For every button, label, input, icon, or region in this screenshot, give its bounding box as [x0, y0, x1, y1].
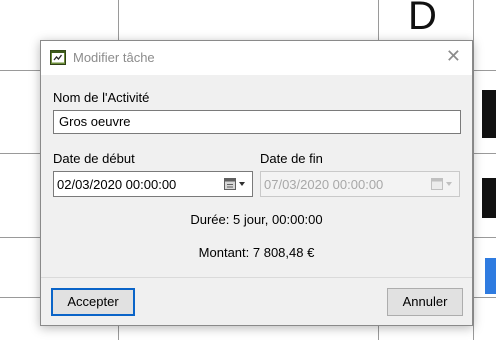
gantt-bar	[482, 178, 496, 218]
start-date-label: Date de début	[53, 151, 135, 166]
end-date-label: Date de fin	[260, 151, 323, 166]
column-header-letter: D	[408, 0, 437, 38]
calendar-dropdown-icon[interactable]	[223, 177, 249, 191]
dialog-title: Modifier tâche	[73, 50, 155, 65]
duration-text: Durée: 5 jour, 00:00:00	[190, 212, 323, 227]
button-separator	[41, 277, 472, 278]
edit-task-dialog: Modifier tâche ✕ Nom de l'Activité Gros …	[40, 40, 473, 326]
activity-name-input[interactable]: Gros oeuvre	[53, 110, 461, 134]
amount-text: Montant: 7 808,48 €	[198, 245, 315, 260]
dialog-titlebar[interactable]: Modifier tâche ✕	[41, 41, 472, 75]
start-date-value: 02/03/2020 00:00:00	[57, 177, 177, 192]
cancel-button[interactable]: Annuler	[387, 288, 463, 316]
activity-name-label: Nom de l'Activité	[53, 90, 150, 105]
accept-button[interactable]: Accepter	[51, 288, 135, 316]
calendar-dropdown-icon	[430, 177, 456, 191]
close-icon[interactable]: ✕	[446, 47, 461, 65]
start-date-picker[interactable]: 02/03/2020 00:00:00	[53, 171, 253, 197]
end-date-picker: 07/03/2020 00:00:00	[260, 171, 460, 197]
end-date-value: 07/03/2020 00:00:00	[264, 177, 384, 192]
task-edit-icon	[50, 49, 66, 65]
gantt-bar-selected	[485, 258, 496, 294]
grid-line	[473, 0, 474, 340]
gantt-bar	[482, 90, 496, 138]
